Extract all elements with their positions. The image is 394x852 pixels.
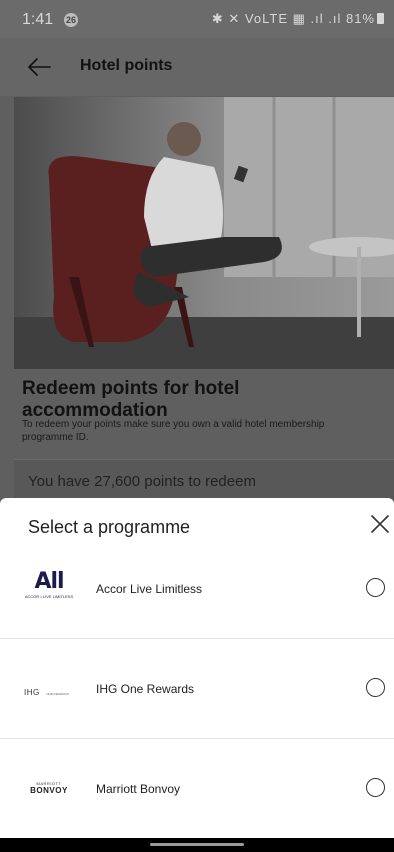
points-text: You have 27,600 points to redeem [28, 473, 256, 490]
option-label: Marriott Bonvoy [96, 782, 181, 796]
back-arrow-icon[interactable] [26, 54, 52, 80]
programme-sheet: Select a programme All ACCOR • LIVE LIMI… [0, 498, 394, 852]
close-icon[interactable] [368, 512, 392, 536]
option-accor[interactable]: All ACCOR • LIVE LIMITLESS Accor Live Li… [0, 538, 394, 638]
option-label: Accor Live Limitless [96, 582, 203, 596]
status-time: 1:41 [22, 11, 54, 28]
marriott-logo-main: BONVOY [30, 786, 68, 795]
battery-icon [377, 13, 384, 24]
option-ihg[interactable]: IHG ONE REWARDS IHG One Rewards [0, 639, 394, 739]
redeem-headline: Redeem points for hotel accommodation [22, 378, 240, 421]
sheet-title: Select a programme [28, 517, 191, 537]
accor-logo-main: All [34, 569, 64, 594]
accor-logo: All ACCOR • LIVE LIMITLESS [24, 569, 74, 602]
hero-image [14, 97, 394, 369]
app-bar: Hotel points [0, 38, 394, 96]
points-summary: You have 27,600 points to redeem [14, 459, 394, 502]
redeem-description: To redeem your points make sure you own … [22, 419, 325, 443]
system-nav-bar [0, 838, 394, 852]
battery-level: 81% [345, 11, 375, 26]
ihg-logo-sub: ONE REWARDS [46, 692, 69, 696]
option-label: IHG One Rewards [96, 682, 195, 696]
radio-accor[interactable] [366, 578, 385, 597]
radio-ihg[interactable] [366, 678, 385, 697]
system-icons: ✱ ✕ VoLTE ▦ .ıl .ıl [211, 11, 342, 26]
option-marriott[interactable]: MARRIOTT BONVOY Marriott Bonvoy [0, 739, 394, 839]
hero-illustration [14, 97, 394, 369]
radio-marriott[interactable] [366, 778, 385, 797]
ihg-logo-main: IHG [24, 688, 40, 697]
accor-logo-sub: ACCOR • LIVE LIMITLESS [24, 594, 74, 599]
status-bar: 1:41 26 ✱ ✕ VoLTE ▦ .ıl .ıl 81% [0, 0, 394, 38]
notification-badge: 26 [64, 13, 78, 27]
ihg-logo: IHG ONE REWARDS [24, 682, 74, 712]
page-title: Hotel points [80, 57, 173, 74]
status-icons: ✱ ✕ VoLTE ▦ .ıl .ıl 81% [212, 11, 384, 27]
home-gesture-handle[interactable] [150, 843, 244, 846]
marriott-logo: MARRIOTT BONVOY [24, 781, 74, 811]
